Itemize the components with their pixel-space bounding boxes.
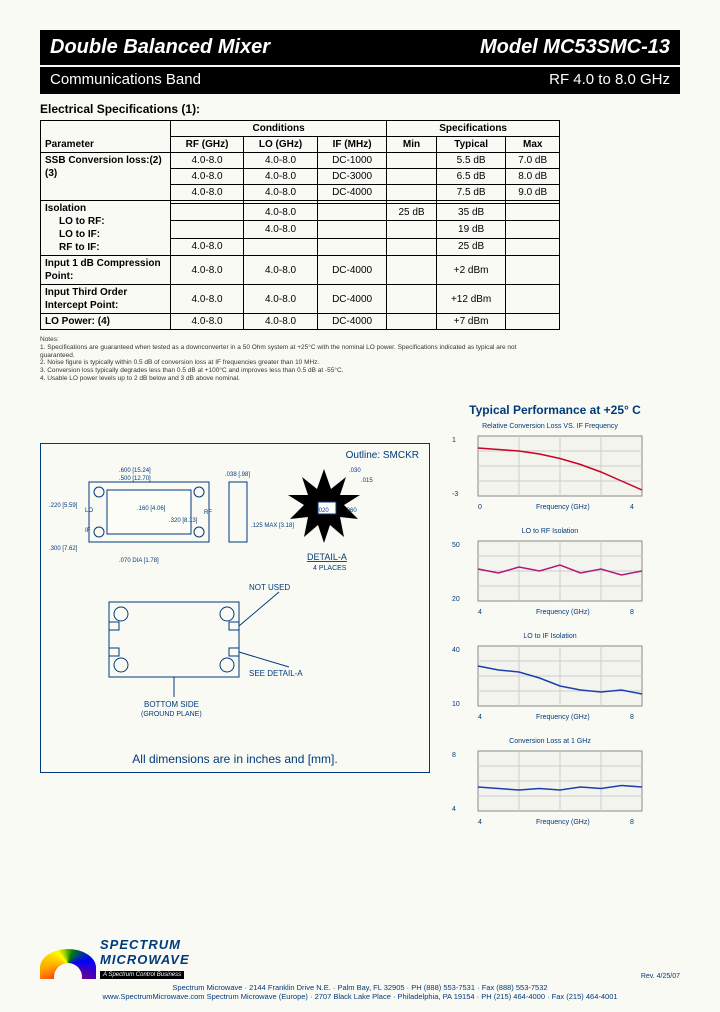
svg-text:(GROUND PLANE): (GROUND PLANE) <box>141 711 202 718</box>
note-item: 1. Specifications are guaranteed when te… <box>40 344 540 360</box>
table-row: SSB Conversion loss:(2)(3) 4.0-8.0 4.0-8… <box>41 153 560 169</box>
col-max: Max <box>506 137 560 153</box>
svg-text:Frequency (GHz): Frequency (GHz) <box>536 819 590 826</box>
band-label: Communications Band <box>50 71 201 88</box>
logo-line2: MICROWAVE <box>100 952 190 967</box>
svg-text:4: 4 <box>478 714 482 721</box>
col-lo: LO (GHz) <box>244 137 318 153</box>
svg-text:Frequency (GHz): Frequency (GHz) <box>536 609 590 616</box>
svg-text:.060: .060 <box>345 508 357 514</box>
col-min: Min <box>387 137 437 153</box>
svg-text:.030: .030 <box>349 468 361 474</box>
logo-tagline: A Spectrum Control Business <box>100 971 184 979</box>
svg-text:.038 [.98]: .038 [.98] <box>225 472 250 478</box>
footer-address-2: www.SpectrumMicrowave.com Spectrum Micro… <box>40 992 680 1002</box>
note-item: 4. Usable LO power levels up to 2 dB bel… <box>40 375 540 383</box>
spec-table: Parameter Conditions Specifications RF (… <box>40 120 560 330</box>
svg-text:0: 0 <box>478 504 482 511</box>
col-typ: Typical <box>436 137 506 153</box>
svg-text:1: 1 <box>452 437 456 444</box>
col-parameter: Parameter <box>41 121 171 153</box>
notes-heading: Notes: <box>40 336 540 344</box>
dimensions-note: All dimensions are in inches and [mm]. <box>41 752 429 766</box>
chart-3: Conversion Loss at 1 GHz 48Frequency (GH… <box>450 738 650 833</box>
table-row: LO Power: (4)4.0-8.04.0-8.0DC-4000+7 dBm <box>41 314 560 330</box>
logo-line1: SPECTRUM <box>100 937 190 952</box>
svg-text:4: 4 <box>478 819 482 826</box>
svg-text:20: 20 <box>452 596 460 603</box>
svg-text:.300 [7.62]: .300 [7.62] <box>49 546 78 552</box>
svg-text:4 PLACES: 4 PLACES <box>313 565 347 572</box>
title-bar: Double Balanced Mixer Model MC53SMC-13 <box>40 30 680 65</box>
company-logo: SPECTRUM MICROWAVE A Spectrum Control Bu… <box>40 937 680 979</box>
svg-text:4: 4 <box>630 504 634 511</box>
svg-text:8: 8 <box>630 609 634 616</box>
svg-text:.600 [15.24]: .600 [15.24] <box>119 468 151 474</box>
freq-range: RF 4.0 to 8.0 GHz <box>549 71 670 88</box>
table-row: Input Third Order Intercept Point:4.0-8.… <box>41 285 560 314</box>
svg-text:4: 4 <box>452 806 456 813</box>
product-title: Double Balanced Mixer <box>50 36 270 59</box>
svg-text:10: 10 <box>452 701 460 708</box>
svg-text:.320 [8.13]: .320 [8.13] <box>169 518 198 524</box>
chart-1: LO to RF Isolation 48Frequency (GHz)5020 <box>450 528 650 623</box>
svg-text:SEE DETAIL-A: SEE DETAIL-A <box>249 669 303 678</box>
svg-text:.020: .020 <box>317 508 329 514</box>
note-item: 3. Conversion loss typically degrades le… <box>40 367 540 375</box>
svg-text:4: 4 <box>478 609 482 616</box>
svg-text:.160 [4.06]: .160 [4.06] <box>137 506 166 512</box>
footer-address-1: Spectrum Microwave · 2144 Franklin Drive… <box>40 983 680 993</box>
col-if: IF (MHz) <box>317 137 386 153</box>
mechanical-svg: .600 [15.24] .500 [12.70] .220 [5.59] .3… <box>49 452 419 722</box>
chart-0: Relative Conversion Loss VS. IF Frequenc… <box>450 423 650 518</box>
svg-text:.070 DIA [1.78]: .070 DIA [1.78] <box>119 558 159 564</box>
col-rf: RF (GHz) <box>171 137 244 153</box>
chart-2: LO to IF Isolation 48Frequency (GHz)4010 <box>450 633 650 728</box>
charts-column: Typical Performance at +25° C Relative C… <box>450 403 660 843</box>
notes-block: Notes: 1. Specifications are guaranteed … <box>40 336 540 383</box>
svg-text:DETAIL-A: DETAIL-A <box>307 552 347 562</box>
svg-text:BOTTOM SIDE: BOTTOM SIDE <box>144 700 199 709</box>
footer: SPECTRUM MICROWAVE A Spectrum Control Bu… <box>40 937 680 1003</box>
model-number: Model MC53SMC-13 <box>480 36 670 59</box>
outline-drawing: Outline: SMCKR .600 [15.24] .500 [12.70]… <box>40 443 430 773</box>
svg-text:NOT USED: NOT USED <box>249 583 290 592</box>
svg-text:8: 8 <box>630 714 634 721</box>
svg-text:LO: LO <box>85 508 93 514</box>
group-conditions: Conditions <box>171 121 387 137</box>
svg-text:Frequency (GHz): Frequency (GHz) <box>536 504 590 511</box>
subtitle-bar: Communications Band RF 4.0 to 8.0 GHz <box>40 67 680 94</box>
charts-title: Typical Performance at +25° C <box>450 403 660 417</box>
svg-text:-3: -3 <box>452 491 458 498</box>
svg-text:.500 [12.70]: .500 [12.70] <box>119 476 151 482</box>
svg-text:RF: RF <box>204 510 212 516</box>
rainbow-icon <box>40 949 96 979</box>
svg-text:8: 8 <box>452 752 456 759</box>
svg-text:40: 40 <box>452 647 460 654</box>
revision: Rev. 4/25/07 <box>641 973 680 980</box>
svg-text:.015: .015 <box>361 478 373 484</box>
svg-text:Frequency (GHz): Frequency (GHz) <box>536 714 590 721</box>
spec-heading: Electrical Specifications (1): <box>40 102 680 116</box>
group-specs: Specifications <box>387 121 560 137</box>
svg-text:.220 [5.59]: .220 [5.59] <box>49 503 78 509</box>
svg-text:IF: IF <box>85 528 91 534</box>
svg-text:8: 8 <box>630 819 634 826</box>
svg-text:50: 50 <box>452 542 460 549</box>
svg-text:.125 MAX [3.18]: .125 MAX [3.18] <box>251 523 294 529</box>
table-row: Input 1 dB Compression Point:4.0-8.04.0-… <box>41 256 560 285</box>
